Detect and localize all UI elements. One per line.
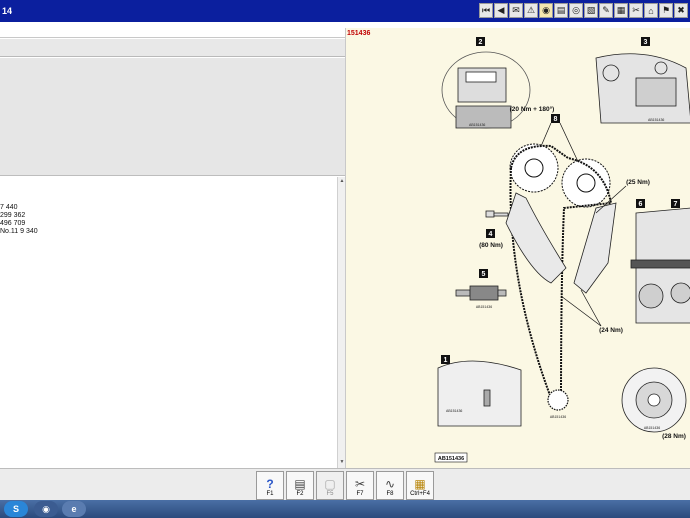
callout-6: 6: [639, 201, 643, 208]
ref-code: AB151436: [469, 123, 485, 127]
document-icon: ▢: [324, 477, 336, 491]
pulley-inset: [621, 367, 687, 433]
callout-1: 1: [444, 357, 448, 364]
tools-icon: ✂: [354, 477, 366, 491]
taskbar: S ◉ e: [0, 500, 690, 518]
print-icon[interactable]: ▧: [584, 3, 598, 18]
notes-icon: ▦: [414, 477, 426, 491]
vertical-scrollbar[interactable]: ▲ ▼: [337, 177, 345, 468]
mail-icon[interactable]: ✉: [509, 3, 523, 18]
print-icon: ▤: [294, 477, 306, 491]
callout-5: 5: [482, 271, 486, 278]
crank-sprocket: [547, 389, 569, 411]
tensioner-5: [455, 285, 507, 301]
close-document-button[interactable]: ▦ Ctrl+F4: [406, 471, 434, 500]
text-line: 299 362: [0, 212, 26, 219]
info-area: [0, 58, 345, 176]
inset-1: [437, 360, 522, 427]
warning-icon[interactable]: ⚠: [524, 3, 538, 18]
diagnostic-app-icon[interactable]: ◉: [34, 501, 58, 517]
left-panel-header: [0, 28, 345, 38]
function-key-bar: ? F1 ▤ F2 ▢ F5 ✂ F7 ∿ F8 ▦ Ctrl+F4: [0, 468, 690, 500]
explorer-icon[interactable]: e: [62, 501, 86, 517]
text-line: 496 709: [0, 220, 26, 227]
ref-code: AB151436: [476, 305, 492, 309]
f5-button[interactable]: ▢ F5: [316, 471, 344, 500]
home-icon[interactable]: ⌂: [644, 3, 658, 18]
document-icon[interactable]: ▦: [614, 3, 628, 18]
torque-label: (28 Nm): [662, 433, 686, 440]
ref-code: AB151436: [446, 409, 462, 413]
tensioner-rail: [573, 202, 617, 294]
ref-code: AB151436: [648, 118, 664, 122]
torque-label: (24 Nm): [599, 327, 623, 334]
document-icon[interactable]: ▤: [554, 3, 568, 18]
print-button[interactable]: ▤ F2: [286, 471, 314, 500]
callout-3: 3: [644, 39, 648, 46]
wave-icon: ∿: [384, 477, 396, 491]
figure-label: AB151436: [438, 456, 464, 462]
help-icon: ?: [266, 477, 274, 491]
first-page-icon[interactable]: ⏮: [479, 3, 493, 18]
callout-4: 4: [489, 231, 493, 238]
chain-guide: [505, 192, 567, 284]
inset-6-7: [630, 207, 690, 324]
torque-label: (80 Nm): [479, 242, 503, 249]
callout-2: 2: [479, 39, 483, 46]
text-line: 7 440: [0, 204, 18, 211]
flag-icon[interactable]: ⚑: [659, 3, 673, 18]
torque-label: (20 Nm + 180°): [510, 105, 555, 113]
close-icon[interactable]: ✖: [674, 3, 688, 18]
bookmark-icon[interactable]: ✎: [599, 3, 613, 18]
toolbar: ⏮ ◀ ✉ ⚠ ◉ ▤ ◎ ▧ ✎ ▦ ✂ ⌂ ⚑ ✖: [479, 3, 688, 18]
left-panel-toolbar: [0, 39, 345, 57]
text-line: No.11 9 340: [0, 228, 38, 235]
inset-3: [595, 53, 690, 124]
left-panel: 7 440 299 362 496 709 No.11 9 340 ▲ ▼: [0, 28, 345, 468]
window-title: 14: [2, 6, 13, 16]
help-button[interactable]: ? F1: [256, 471, 284, 500]
ref-code: AB151436: [550, 415, 566, 419]
tools-button[interactable]: ✂ F7: [346, 471, 374, 500]
callout-8: 8: [554, 116, 558, 123]
skype-icon[interactable]: S: [4, 501, 28, 517]
diagram-panel: 151436 2 AB151436 3 AB151436 (20 Nm + 18…: [345, 28, 690, 468]
camera-icon[interactable]: ◉: [539, 3, 553, 18]
cd-icon[interactable]: ◎: [569, 3, 583, 18]
measure-button[interactable]: ∿ F8: [376, 471, 404, 500]
tools-icon[interactable]: ✂: [629, 3, 643, 18]
inset-2: [441, 51, 531, 129]
title-bar: 14 ⏮ ◀ ✉ ⚠ ◉ ▤ ◎ ▧ ✎ ▦ ✂ ⌂ ⚑ ✖: [0, 0, 690, 22]
text-content: 7 440 299 362 496 709 No.11 9 340: [0, 177, 337, 468]
back-icon[interactable]: ◀: [494, 3, 508, 18]
bolt-4: [485, 210, 509, 218]
timing-chain-diagram: 2 AB151436 3 AB151436 (20 Nm + 180°) 8 A…: [434, 37, 690, 463]
torque-label: (25 Nm): [626, 179, 650, 186]
callout-7: 7: [674, 201, 678, 208]
ref-code: AB151436: [644, 426, 660, 430]
